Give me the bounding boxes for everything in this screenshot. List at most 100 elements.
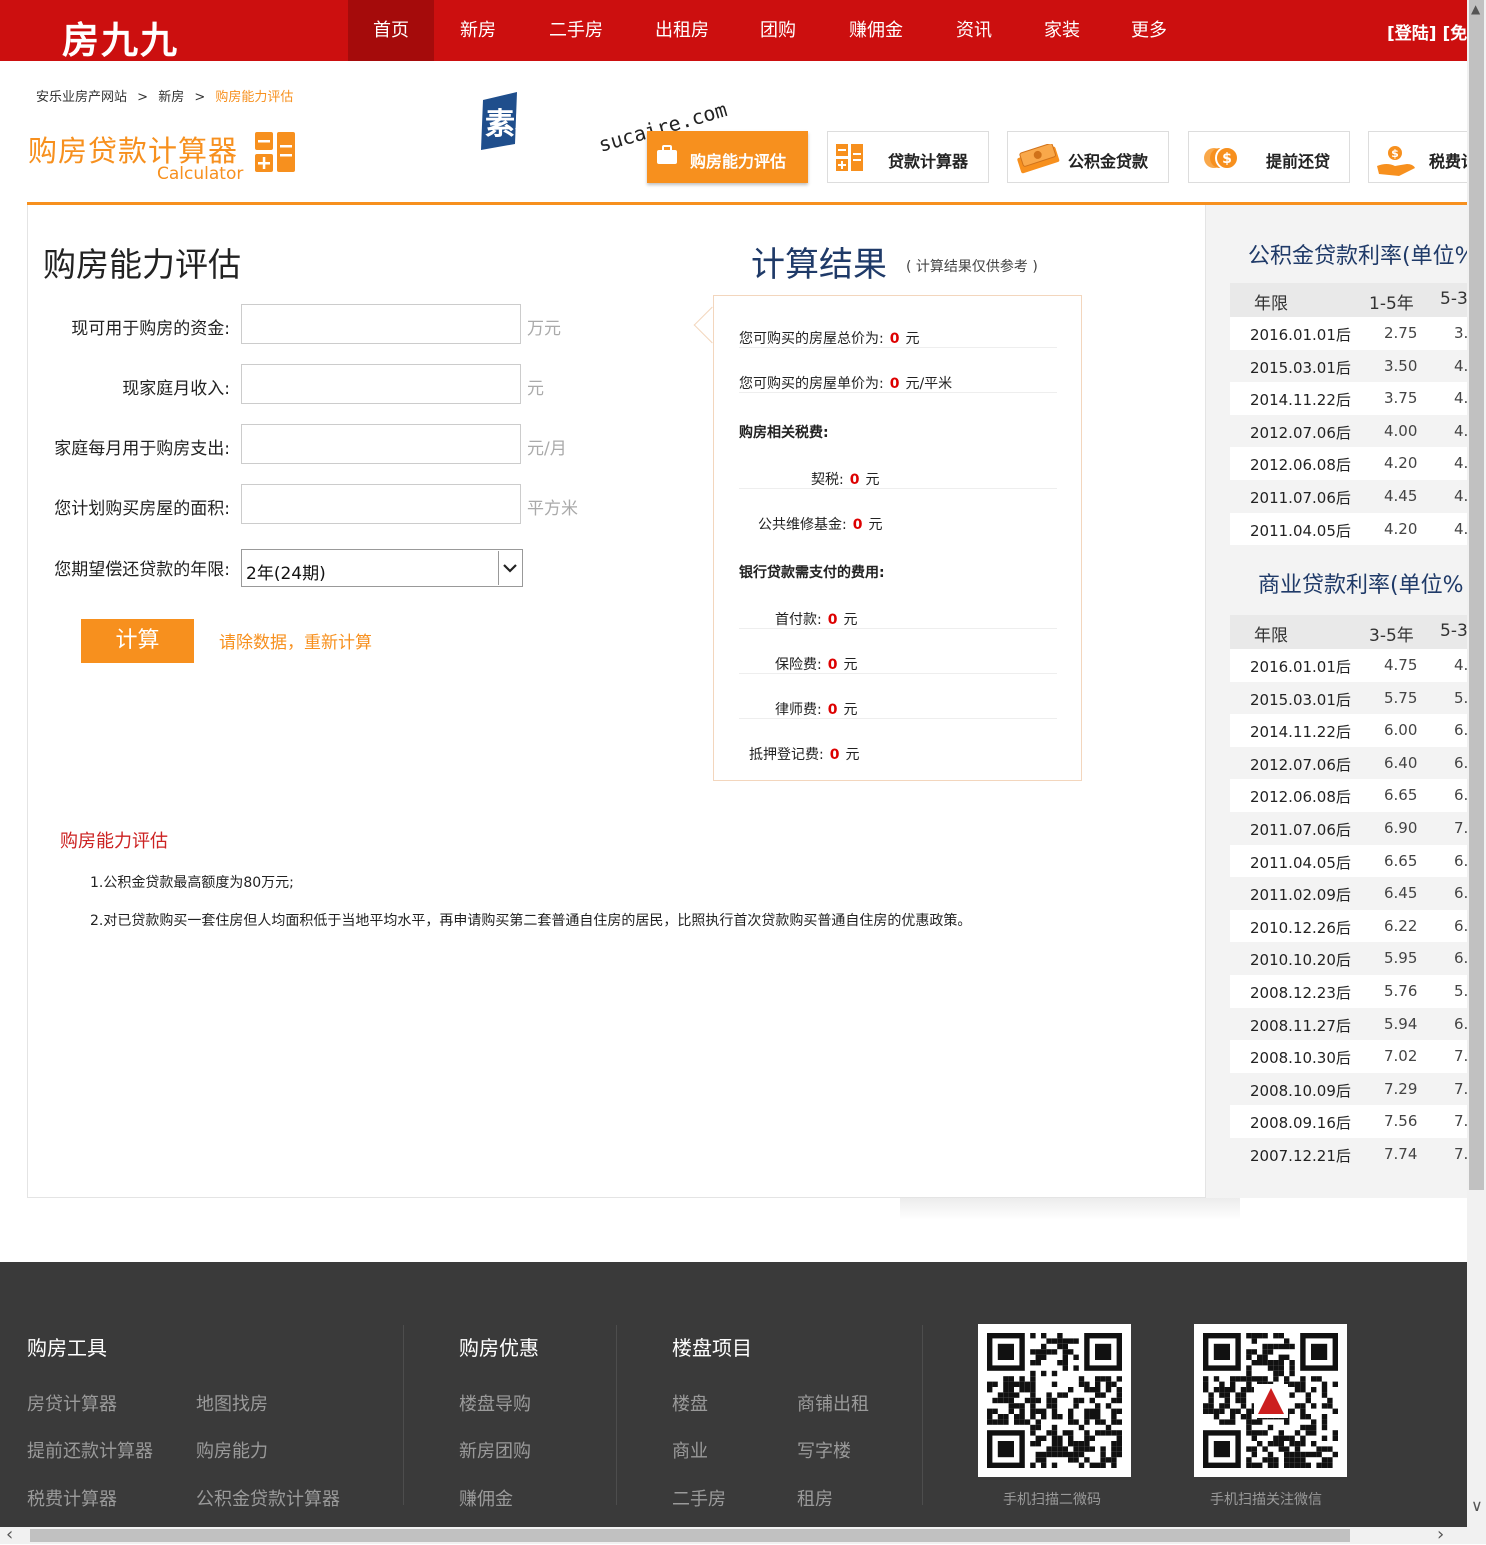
breadcrumb-current: 购房能力评估 — [215, 90, 294, 105]
field-label: 现可用于购房的资金: — [71, 319, 230, 339]
breadcrumb-home[interactable]: 安乐业房产网站 — [36, 90, 127, 105]
rate-cell: 6. — [1454, 851, 1467, 870]
footer-link[interactable]: 地图找房 — [196, 1390, 268, 1416]
result-unit: 元 — [843, 612, 858, 628]
hand-coin-icon: $ — [1375, 144, 1417, 182]
rate-header-cell: 5-3 — [1440, 621, 1467, 641]
rate-cell: 4.20 — [1384, 519, 1418, 538]
rate-cell: 3.75 — [1384, 389, 1418, 408]
nav-item[interactable]: 首页 — [348, 0, 434, 61]
footer-link[interactable]: 商铺出租 — [797, 1390, 869, 1416]
tool-tab-3[interactable]: $ 提前还贷 — [1188, 131, 1350, 183]
footer-link[interactable]: 商业 — [672, 1437, 708, 1463]
rate-cell: 5. — [1454, 688, 1467, 707]
scroll-down-icon[interactable]: ∨ — [1471, 1496, 1483, 1515]
rate-cell: 7. — [1454, 1047, 1467, 1066]
main-nav: 首页 新房 二手房 出租房 团购 赚佣金 资讯 家装 更多 — [348, 0, 1192, 61]
horizontal-scrollbar[interactable]: ‹ › — [0, 1524, 1467, 1545]
rate-cell: 2012.06.08后 — [1250, 456, 1351, 475]
rate-cell: 2015.03.01后 — [1250, 358, 1351, 377]
vertical-scroll-thumb[interactable] — [1469, 0, 1484, 1190]
rate-row: 2008.11.27后 5.94 6. — [1230, 1007, 1467, 1041]
rate-cell: 2008.11.27后 — [1250, 1016, 1351, 1035]
area-input[interactable] — [241, 484, 521, 524]
rate-cell: 5.95 — [1384, 949, 1418, 968]
rate-cell: 6.40 — [1384, 753, 1418, 772]
nav-item[interactable]: 团购 — [734, 0, 822, 61]
result-label: 购房相关税费: — [739, 425, 829, 441]
nav-item[interactable]: 更多 — [1106, 0, 1192, 61]
expense-input[interactable] — [241, 424, 521, 464]
footer-link[interactable]: 提前还款计算器 — [27, 1437, 153, 1463]
footer-link[interactable]: 新房团购 — [459, 1437, 531, 1463]
nav-item[interactable]: 资讯 — [930, 0, 1018, 61]
breadcrumb-level2[interactable]: 新房 — [158, 90, 184, 105]
tool-tab-2[interactable]: 公积金贷款 — [1007, 131, 1169, 183]
tool-tab-1[interactable]: 贷款计算器 — [827, 131, 989, 183]
horizontal-scroll-thumb[interactable] — [30, 1529, 1350, 1542]
scroll-right-icon[interactable]: › — [1437, 1524, 1444, 1545]
site-logo[interactable]: 房九九 — [62, 10, 179, 64]
rate-cell: 2016.01.01后 — [1250, 326, 1351, 344]
rate-header-cell: 5-3 — [1440, 289, 1467, 309]
footer-link[interactable]: 租房 — [797, 1485, 833, 1511]
result-row: 律师费: 0 元 — [739, 675, 1057, 719]
footer-link[interactable]: 楼盘 — [672, 1390, 708, 1416]
scroll-left-icon[interactable]: ‹ — [6, 1524, 13, 1545]
rate-row: 2012.06.08后 6.65 6. — [1230, 779, 1467, 812]
result-section-header: 银行贷款需支付的费用: — [739, 538, 1057, 582]
rate-cell: 5. — [1454, 981, 1467, 1000]
rate-header-cell: 1-5年 — [1369, 294, 1414, 314]
rate-row: 2010.12.26后 6.22 6. — [1230, 909, 1467, 943]
footer-link[interactable]: 楼盘导购 — [459, 1390, 531, 1416]
rate-cell: 2011.07.06后 — [1250, 488, 1351, 507]
calculate-button[interactable]: 计算 — [81, 619, 194, 663]
scroll-up-icon[interactable]: ▲ — [1471, 2, 1480, 16]
years-label: 您期望偿还贷款的年限: — [54, 560, 230, 580]
rate-cell: 2012.07.06后 — [1250, 755, 1351, 774]
notes-title: 购房能力评估 — [60, 831, 168, 852]
note-item: 1.公积金贷款最高额度为80万元; — [90, 875, 294, 891]
rate-cell: 4.20 — [1384, 454, 1418, 473]
svg-text:$: $ — [1391, 147, 1399, 160]
tool-tab-0[interactable]: 购房能力评估 — [647, 131, 808, 183]
field-label: 家庭每月用于购房支出: — [54, 439, 230, 459]
footer-link[interactable]: 赚佣金 — [459, 1485, 513, 1511]
footer-link[interactable]: 购房能力 — [196, 1437, 268, 1463]
top-header: 房九九 首页 新房 二手房 出租房 团购 赚佣金 资讯 家装 更多 [登陆] [免 — [0, 0, 1467, 64]
rate-cell: 2007.12.21后 — [1250, 1146, 1351, 1165]
rate-cell: 2008.10.30后 — [1250, 1049, 1351, 1068]
footer-link[interactable]: 写字楼 — [797, 1437, 851, 1463]
income-input[interactable] — [241, 364, 521, 404]
footer-link[interactable]: 税费计算器 — [27, 1485, 117, 1511]
rate-row: 2011.04.05后 4.20 4. — [1230, 512, 1467, 546]
result-label: 首付款: — [775, 612, 822, 628]
rate-cell: 2014.11.22后 — [1250, 723, 1351, 742]
nav-item[interactable]: 家装 — [1018, 0, 1106, 61]
field-row-funds: 现可用于购房的资金: 万元 — [0, 304, 620, 344]
years-select[interactable]: 2年(24期) — [241, 549, 523, 587]
vertical-scrollbar[interactable]: ▲ ∨ — [1467, 0, 1486, 1544]
footer-link[interactable]: 房贷计算器 — [27, 1390, 117, 1416]
svg-text:素材熱: 素材熱 — [485, 107, 575, 142]
funds-input[interactable] — [241, 304, 521, 344]
chevron-down-icon[interactable] — [498, 551, 521, 585]
years-select-value: 2年(24期) — [246, 564, 326, 584]
nav-item[interactable]: 赚佣金 — [822, 0, 930, 61]
result-label: 契税: — [811, 472, 844, 488]
field-unit: 元 — [527, 379, 544, 399]
nav-item[interactable]: 出租房 — [630, 0, 734, 61]
footer-link[interactable]: 公积金贷款计算器 — [196, 1485, 340, 1511]
rate-cell: 2008.10.09后 — [1250, 1081, 1351, 1100]
footer-divider — [922, 1325, 923, 1505]
result-note: ( 计算结果仅供参考 ) — [906, 259, 1038, 275]
nav-item[interactable]: 二手房 — [522, 0, 630, 61]
field-unit: 万元 — [527, 319, 561, 339]
result-row-content: 公共维修基金: 0 元 — [758, 514, 882, 534]
rate-cell: 2012.07.06后 — [1250, 423, 1351, 442]
footer-link[interactable]: 二手房 — [672, 1485, 726, 1511]
rate-row: 2014.11.22后 6.00 6. — [1230, 714, 1467, 747]
nav-item[interactable]: 新房 — [434, 0, 522, 61]
reset-link[interactable]: 请除数据，重新计算 — [219, 628, 372, 653]
login-links[interactable]: [登陆] [免 — [1387, 19, 1467, 44]
